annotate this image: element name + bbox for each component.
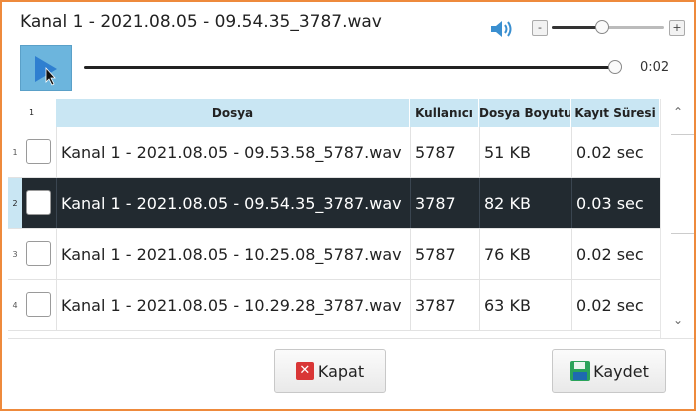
table-row[interactable]: 1 Kanal 1 - 2021.08.05 - 09.53.58_5787.wa… bbox=[8, 127, 660, 178]
cell-dosya-boyutu: 76 KB bbox=[479, 229, 571, 279]
table-row[interactable]: 3 Kanal 1 - 2021.08.05 - 10.25.08_5787.wa… bbox=[8, 229, 660, 280]
row-number: 3 bbox=[8, 229, 22, 279]
column-header-dosya-boyutu[interactable]: Dosya Boyutu bbox=[479, 99, 571, 127]
save-button[interactable]: Kaydet bbox=[552, 349, 666, 393]
cell-kayit-suresi: 0.02 sec bbox=[571, 127, 660, 177]
seek-slider[interactable] bbox=[84, 60, 622, 74]
row-checkbox[interactable] bbox=[26, 241, 51, 266]
window-title: Kanal 1 - 2021.08.05 - 09.54.35_3787.wav bbox=[20, 12, 382, 32]
save-disk-icon bbox=[570, 361, 591, 381]
cell-kullanici: 3787 bbox=[410, 280, 479, 330]
column-header-kullanici[interactable]: Kullanıcı bbox=[410, 99, 479, 127]
table-scrollbar[interactable]: ⌃ ⌄ bbox=[660, 99, 694, 338]
cell-kullanici: 5787 bbox=[410, 229, 479, 279]
table-row[interactable]: 2 Kanal 1 - 2021.08.05 - 09.54.35_3787.wa… bbox=[8, 178, 660, 229]
cell-dosya: Kanal 1 - 2021.08.05 - 10.29.28_3787.wav bbox=[56, 280, 410, 330]
cell-dosya-boyutu: 51 KB bbox=[479, 127, 571, 177]
cell-kullanici: 3787 bbox=[410, 178, 479, 228]
close-button[interactable]: ✕ Kapat bbox=[274, 349, 386, 393]
cell-kayit-suresi: 0.03 sec bbox=[571, 178, 660, 228]
save-button-label: Kaydet bbox=[593, 361, 649, 381]
speaker-icon[interactable] bbox=[488, 17, 514, 41]
divider bbox=[8, 338, 694, 339]
cell-kullanici: 5787 bbox=[410, 127, 479, 177]
volume-up-button[interactable]: + bbox=[669, 20, 685, 36]
file-table: 1 Dosya Kullanıcı Dosya Boyutu Kayıt Sür… bbox=[8, 99, 694, 338]
scroll-down-icon[interactable]: ⌄ bbox=[661, 313, 694, 327]
play-button[interactable] bbox=[20, 45, 72, 91]
column-header-kayit-suresi[interactable]: Kayıt Süresi bbox=[571, 99, 660, 127]
cell-dosya-boyutu: 82 KB bbox=[479, 178, 571, 228]
play-icon bbox=[35, 56, 57, 86]
cell-dosya: Kanal 1 - 2021.08.05 - 09.53.58_5787.wav bbox=[56, 127, 410, 177]
row-number: 2 bbox=[8, 178, 22, 228]
volume-down-button[interactable]: - bbox=[532, 20, 548, 36]
cell-kayit-suresi: 0.02 sec bbox=[571, 280, 660, 330]
cell-dosya-boyutu: 63 KB bbox=[479, 280, 571, 330]
scroll-up-icon[interactable]: ⌃ bbox=[661, 105, 694, 119]
cell-dosya: Kanal 1 - 2021.08.05 - 10.25.08_5787.wav bbox=[56, 229, 410, 279]
playback-time: 0:02 bbox=[640, 60, 670, 75]
row-checkbox[interactable] bbox=[26, 139, 51, 164]
close-button-label: Kapat bbox=[317, 361, 365, 381]
row-checkbox[interactable] bbox=[26, 292, 51, 317]
seek-slider-handle[interactable] bbox=[608, 60, 622, 74]
row-checkbox[interactable] bbox=[26, 190, 51, 215]
table-row[interactable]: 4 Kanal 1 - 2021.08.05 - 10.29.28_3787.wa… bbox=[8, 280, 660, 331]
volume-slider-handle[interactable] bbox=[595, 20, 610, 34]
row-number: 4 bbox=[8, 280, 22, 330]
column-header-dosya[interactable]: Dosya bbox=[56, 99, 410, 127]
volume-slider[interactable] bbox=[552, 20, 664, 34]
close-icon: ✕ bbox=[295, 362, 314, 380]
cell-kayit-suresi: 0.02 sec bbox=[571, 229, 660, 279]
cell-dosya: Kanal 1 - 2021.08.05 - 09.54.35_3787.wav bbox=[56, 178, 410, 228]
scrollbar-thumb[interactable] bbox=[671, 134, 694, 234]
row-number: 1 bbox=[8, 127, 22, 177]
player-dialog: Kanal 1 - 2021.08.05 - 09.54.35_3787.wav… bbox=[0, 0, 696, 411]
row-number-header: 1 bbox=[8, 99, 56, 127]
